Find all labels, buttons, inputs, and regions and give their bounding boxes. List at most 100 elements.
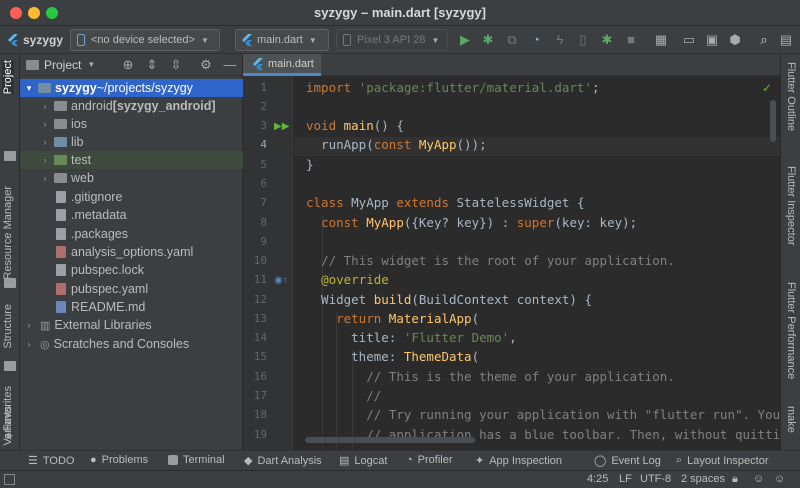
tab-make[interactable]: make [785, 406, 797, 433]
phone-icon [77, 34, 85, 46]
tool-label: Logcat [354, 454, 388, 467]
tree-item-scratches[interactable]: › ◎ Scratches and Consoles [20, 335, 243, 353]
tree-item-ios[interactable]: › ios [20, 115, 243, 133]
locate-icon[interactable]: ⊕ [120, 57, 136, 73]
hide-icon[interactable]: — [222, 57, 238, 73]
line-number: 11 [253, 273, 267, 286]
tool-label: Problems [101, 454, 149, 466]
stop-icon[interactable]: ■ [623, 32, 639, 48]
folder-icon [54, 137, 67, 147]
tool-logcat[interactable]: ▤ Logcat [339, 454, 388, 468]
app-inspection-icon: ✦ [475, 455, 485, 467]
folder-icon [54, 155, 67, 165]
tool-todo[interactable]: ☰ TODO [28, 454, 74, 468]
inspect-icon[interactable]: ▤ [778, 32, 794, 48]
tab-flutter-outline[interactable]: Flutter Outline [785, 62, 797, 131]
tab-variants[interactable]: Variants [2, 406, 14, 446]
file-icon [56, 264, 66, 276]
collapse-all-icon[interactable]: ⇕ [144, 57, 160, 73]
scratches-icon: ◎ [40, 338, 50, 351]
tab-flutter-inspector[interactable]: Flutter Inspector [785, 166, 797, 245]
tool-profiler[interactable]: ◔ Profiler [406, 454, 453, 466]
search-icon[interactable]: ⌕ [756, 32, 772, 48]
chevron-down-icon: ▼ [431, 35, 440, 45]
tree-item-readme[interactable]: README.md [20, 298, 243, 316]
tree-item-web[interactable]: › web [20, 169, 243, 187]
library-icon: ▥ [40, 319, 51, 332]
file-encoding[interactable]: UTF-8 [640, 473, 671, 485]
chevron-down-icon[interactable]: ▼ [87, 60, 95, 69]
chevron-right-icon: › [27, 339, 31, 349]
tree-item-pubspec-lock[interactable]: pubspec.lock [20, 261, 243, 279]
tool-app-inspection[interactable]: ✦ App Inspection [475, 454, 562, 468]
line-separator[interactable]: LF [619, 473, 632, 485]
line-number: 9 [260, 235, 267, 248]
line-number: 7 [260, 196, 267, 209]
tree-item-analysis-options[interactable]: analysis_options.yaml [20, 243, 243, 261]
title-bar: syzygy – main.dart [syzygy] [0, 0, 800, 26]
tree-item-name: .gitignore [71, 190, 123, 204]
hot-restart-icon[interactable]: ▯ [575, 32, 591, 48]
tree-item-external-libraries[interactable]: › ▥ External Libraries [20, 316, 243, 334]
tree-item-lib[interactable]: › lib [20, 133, 243, 151]
cursor-position[interactable]: 4:25 [587, 473, 608, 485]
emulator-selector[interactable]: Pixel 3 API 28 ▼ [336, 29, 448, 51]
tab-main-dart[interactable]: main.dart [243, 54, 321, 76]
project-structure-icon[interactable]: ▦ [653, 32, 669, 48]
override-gutter-icon[interactable]: ◉↑ [274, 275, 288, 286]
project-breadcrumb[interactable]: syzygy [8, 29, 63, 51]
line-number: 8 [260, 216, 267, 229]
file-icon [56, 228, 66, 240]
hot-reload-icon[interactable]: ϟ [552, 32, 568, 48]
tool-windows-toggle-icon[interactable] [4, 474, 15, 485]
window-icon[interactable]: ▭ [681, 32, 697, 48]
expand-all-icon[interactable]: ⇳ [168, 57, 184, 73]
tree-item-pubspec-yaml[interactable]: pubspec.yaml [20, 280, 243, 298]
tree-item-name: .packages [71, 227, 128, 241]
tree-item-android[interactable]: › android [syzygy_android] [20, 97, 243, 115]
horizontal-scrollbar[interactable] [305, 437, 475, 443]
attach-icon[interactable]: ⧉ [504, 32, 520, 48]
run-gutter-icon[interactable]: ▶▶ [274, 121, 289, 132]
run-config-selector[interactable]: main.dart ▼ [235, 29, 329, 51]
tab-project[interactable]: Project [2, 60, 14, 95]
gear-icon[interactable]: ⚙ [198, 57, 214, 73]
tool-layout-inspector[interactable]: ⌕ Layout Inspector [676, 454, 769, 467]
tool-event-log[interactable]: ◯ Event Log [594, 454, 661, 468]
tree-item-metadata[interactable]: .metadata [20, 206, 243, 224]
tab-resource-manager[interactable]: Resource Manager [2, 186, 14, 280]
tool-problems[interactable]: ● Problems [90, 454, 148, 466]
phone-icon [343, 34, 351, 46]
face-icon[interactable]: ☺ [774, 473, 785, 485]
window-title: syzygy – main.dart [syzygy] [314, 5, 486, 20]
profile-icon[interactable]: ◔ [528, 32, 544, 48]
debug-attach-icon[interactable]: ✱ [599, 32, 615, 48]
debug-icon[interactable]: ✱ [480, 32, 496, 48]
tree-item-root[interactable]: ▾ syzygy ~/projects/syzygy [20, 79, 243, 97]
tree-item-packages[interactable]: .packages [20, 225, 243, 243]
line-number-gutter: 1 2 3 4 5 6 7 8 9 10 11 12 13 14 15 16 1… [243, 76, 293, 450]
chevron-down-icon: ▾ [26, 82, 32, 93]
sdk-manager-icon[interactable]: ⬢ [727, 32, 743, 48]
tab-structure[interactable]: Structure [2, 304, 14, 349]
lock-icon[interactable]: 🔒︎ [732, 473, 738, 486]
run-config-label: main.dart [257, 34, 303, 46]
indent-setting[interactable]: 2 spaces [681, 473, 725, 485]
project-view-label[interactable]: Project [44, 58, 81, 72]
run-icon[interactable]: ▶ [457, 32, 473, 48]
left-tool-strip: Project Resource Manager Structure Favor… [0, 54, 20, 450]
tree-item-test[interactable]: › test [20, 151, 243, 169]
file-icon [56, 209, 66, 221]
tree-item-name: pubspec.yaml [71, 282, 149, 296]
tree-item-gitignore[interactable]: .gitignore [20, 188, 243, 206]
chevron-right-icon: › [43, 101, 47, 111]
tool-terminal[interactable]: Terminal [168, 454, 225, 466]
face-icon[interactable]: ☺ [753, 473, 764, 485]
code-editor[interactable]: import 'package:flutter/material.dart'; … [294, 76, 780, 450]
device-manager-icon[interactable]: ▣ [704, 32, 720, 48]
tab-flutter-performance[interactable]: Flutter Performance [785, 282, 797, 379]
vertical-scrollbar[interactable] [770, 100, 776, 142]
tool-dart-analysis[interactable]: ◆ Dart Analysis [244, 454, 322, 468]
device-selector[interactable]: <no device selected> ▼ [70, 29, 220, 51]
profiler-icon: ◔ [406, 454, 413, 466]
